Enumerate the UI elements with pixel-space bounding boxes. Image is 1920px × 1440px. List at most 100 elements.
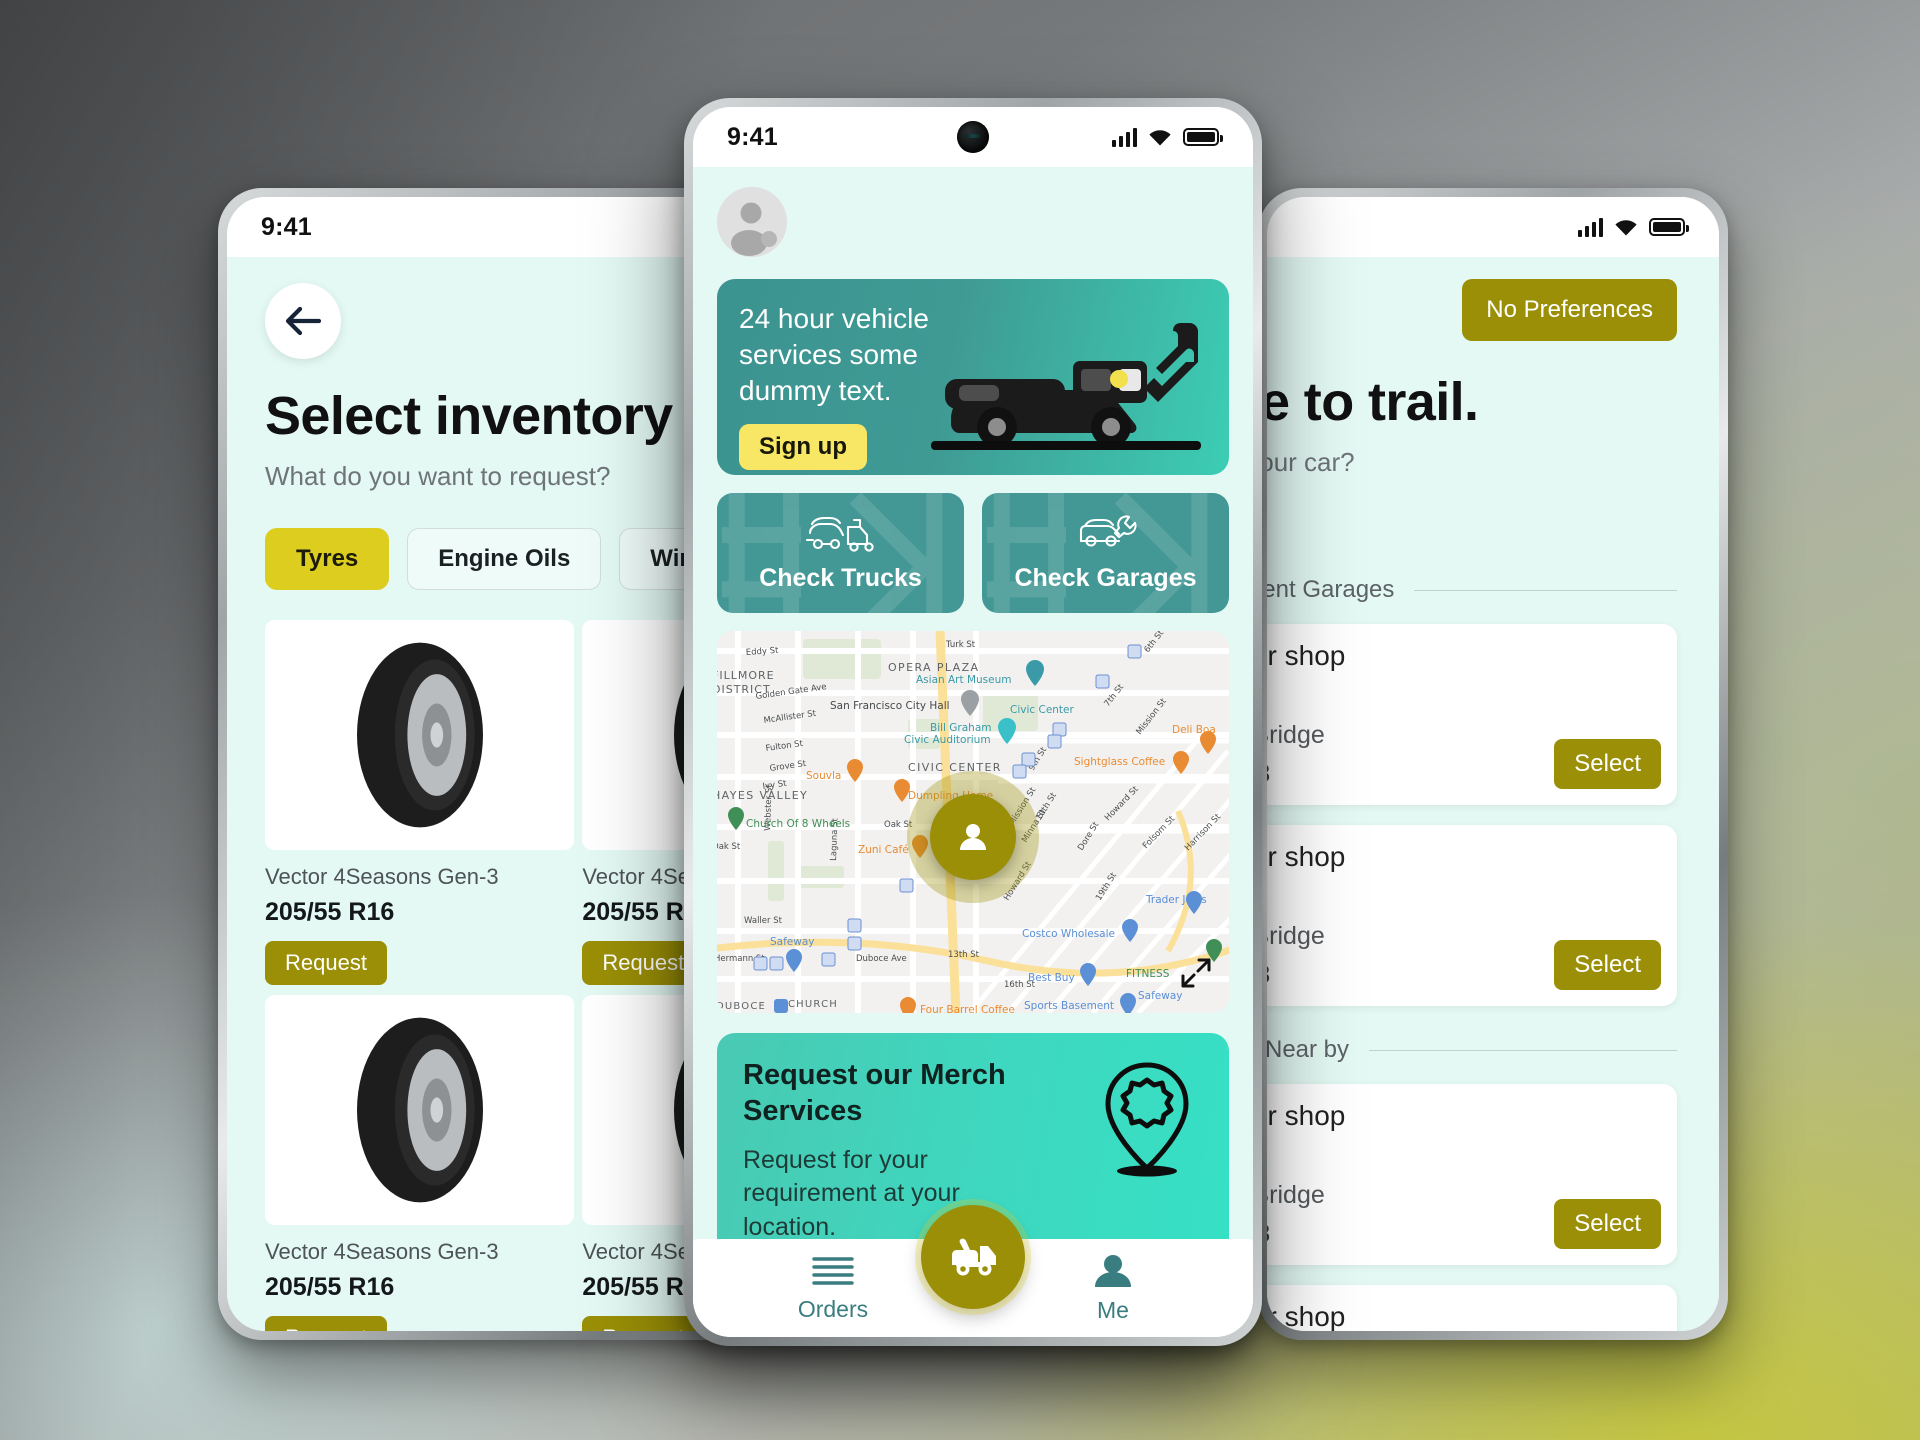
user-location-pin[interactable]	[907, 771, 1039, 904]
person-pin-icon	[930, 794, 1016, 881]
tab-me-label: Me	[1097, 1296, 1129, 1323]
home-screen-body: 24 hour vehicle services some dummy text…	[693, 167, 1253, 1239]
garage-area: Near London Bridge	[1267, 1181, 1325, 1209]
garage-name: Du Lala repair shop	[1267, 1301, 1346, 1331]
person-icon	[1095, 1254, 1131, 1287]
tow-truck-illustration	[923, 323, 1223, 453]
svg-text:Civic Center: Civic Center	[1010, 704, 1075, 716]
garage-distance: 5.2 km	[1267, 883, 1532, 912]
check-trucks-label: Check Trucks	[759, 564, 922, 592]
status-time: 9:41	[261, 212, 312, 241]
item-size: 205/55 R16	[265, 898, 395, 926]
garage-card[interactable]: Du Lala repair shop 5.2 km Near London B…	[1267, 1285, 1677, 1331]
chip-engine-oils[interactable]: Engine Oils	[407, 528, 602, 590]
bottom-tab-bar: Orders Me	[693, 1205, 1253, 1337]
svg-text:Sightglass Coffee: Sightglass Coffee	[1074, 756, 1165, 768]
svg-text:Bill Graham: Bill Graham	[930, 722, 992, 734]
signal-icon	[1112, 127, 1137, 147]
request-button[interactable]: Request	[265, 941, 387, 985]
svg-text:Safeway: Safeway	[770, 936, 815, 948]
section-label: Recent Garages	[1267, 576, 1395, 603]
svg-text:FITNESS: FITNESS	[1126, 968, 1170, 980]
svg-text:OPERA PLAZA: OPERA PLAZA	[888, 661, 979, 674]
wifi-icon	[1613, 217, 1639, 237]
section-label: Near by	[1267, 1036, 1350, 1063]
tyre-icon	[356, 1017, 483, 1203]
chip-tyres[interactable]: Tyres	[265, 528, 390, 590]
svg-text:DUBOCE: DUBOCE	[717, 1001, 766, 1012]
page-title: Select Garage to trail.	[1267, 372, 1479, 432]
item-size: 205/55 R16	[265, 1273, 395, 1301]
item-name: Vector 4Seasons Gen-3	[265, 864, 499, 889]
svg-text:San Francisco City Hall: San Francisco City Hall	[830, 700, 950, 712]
select-button[interactable]: Select	[1554, 739, 1661, 789]
garage-phone: +44 1234-4568	[1267, 760, 1532, 789]
tab-orders[interactable]: Orders	[758, 1254, 908, 1323]
svg-text:Duboce Ave: Duboce Ave	[856, 954, 907, 964]
check-garages-label: Check Garages	[1014, 564, 1197, 592]
garage-card[interactable]: Du Lala repair shop 5.2 km Near London B…	[1267, 825, 1677, 1006]
section-near-by: Near by	[1267, 1036, 1678, 1064]
sign-up-button[interactable]: Sign up	[739, 424, 867, 471]
merch-title: Request our Merch Services	[743, 1059, 1006, 1128]
menu-lines-icon	[812, 1256, 854, 1285]
check-trucks-button[interactable]: Check Trucks	[717, 493, 964, 613]
camera-cutout	[957, 121, 989, 153]
garage-phone: +44 1234-4568	[1267, 961, 1532, 990]
tow-truck-icon	[804, 513, 878, 558]
tyre-image	[265, 995, 575, 1225]
signal-icon	[1578, 217, 1603, 237]
select-button[interactable]: Select	[1554, 1199, 1661, 1249]
section-recent-garages: Recent Garages	[1267, 576, 1678, 604]
tyre-icon	[356, 642, 483, 828]
svg-text:Civic Auditorium: Civic Auditorium	[904, 734, 991, 746]
battery-icon	[1649, 218, 1689, 236]
request-button[interactable]: Request	[582, 1316, 705, 1331]
user-avatar-icon	[731, 202, 777, 256]
select-button[interactable]: Select	[1554, 940, 1661, 990]
hero-banner[interactable]: 24 hour vehicle services some dummy text…	[717, 279, 1229, 475]
gear-location-pin-icon	[1095, 1059, 1199, 1184]
svg-text:Souvla: Souvla	[806, 770, 841, 782]
quick-action-row: Check Trucks Check Garages	[717, 493, 1229, 613]
svg-text:Church Of 8 Wheels: Church Of 8 Wheels	[746, 818, 850, 830]
tyre-image	[265, 620, 575, 850]
map-card[interactable]: FILLMORE DISTRICT OPERA PLAZA HAYES VALL…	[717, 631, 1229, 1013]
svg-text:Zuni Café: Zuni Café	[858, 844, 909, 856]
request-button[interactable]: Request	[265, 1316, 387, 1331]
svg-text:Costco Wholesale: Costco Wholesale	[1022, 928, 1115, 940]
garage-area: Near London Bridge	[1267, 721, 1325, 749]
item-name: Vector 4Seasons Gen-3	[265, 1239, 499, 1264]
svg-text:Four Barrel Coffee: Four Barrel Coffee	[920, 1004, 1015, 1013]
back-button[interactable]	[265, 283, 341, 359]
avatar[interactable]	[717, 187, 787, 257]
arrow-left-icon	[285, 306, 322, 336]
inventory-card[interactable]: Vector 4Seasons Gen-3 205/55 R16 Request	[265, 995, 575, 1331]
inventory-card[interactable]: Vector 4Seasons Gen-3 205/55 R16 Request	[265, 620, 575, 985]
garage-card[interactable]: Du Lala repair shop 5.2 km Near London B…	[1267, 1084, 1677, 1265]
svg-text:CHURCH: CHURCH	[788, 999, 838, 1010]
check-garages-button[interactable]: Check Garages	[982, 493, 1229, 613]
svg-text:Waller St: Waller St	[744, 916, 783, 926]
garage-name: Du Lala repair shop	[1267, 1100, 1346, 1131]
svg-text:FILLMORE: FILLMORE	[717, 669, 775, 682]
no-preferences-button[interactable]: No Preferences	[1462, 279, 1677, 341]
garage-card[interactable]: Du Lala repair shop 5.2 km Near London B…	[1267, 624, 1677, 805]
tow-truck-icon	[952, 1238, 996, 1276]
garage-name: Du Lala repair shop	[1267, 841, 1346, 872]
svg-text:13th St: 13th St	[948, 950, 980, 960]
wifi-icon	[1147, 127, 1173, 147]
expand-fullscreen-icon[interactable]	[1179, 956, 1213, 995]
phone-center-home: 9:41 24 hour vehicle services some dummy…	[684, 98, 1262, 1346]
tow-truck-fab-button[interactable]	[921, 1205, 1025, 1309]
phone-right-select-garage: 9:41 No	[1258, 188, 1728, 1340]
svg-text:Best Buy: Best Buy	[1028, 972, 1075, 984]
svg-text:Safeway: Safeway	[1138, 990, 1183, 1002]
tab-me[interactable]: Me	[1038, 1253, 1188, 1324]
page-subtitle: Where do you want to trail your car?	[1267, 447, 1355, 477]
garage-distance: 5.2 km	[1267, 1142, 1532, 1171]
status-time: 9:41	[727, 122, 778, 151]
car-wrench-icon	[1075, 513, 1137, 558]
status-bar-right: 9:41	[1267, 197, 1719, 257]
svg-text:Sports Basement: Sports Basement	[1024, 1000, 1114, 1012]
